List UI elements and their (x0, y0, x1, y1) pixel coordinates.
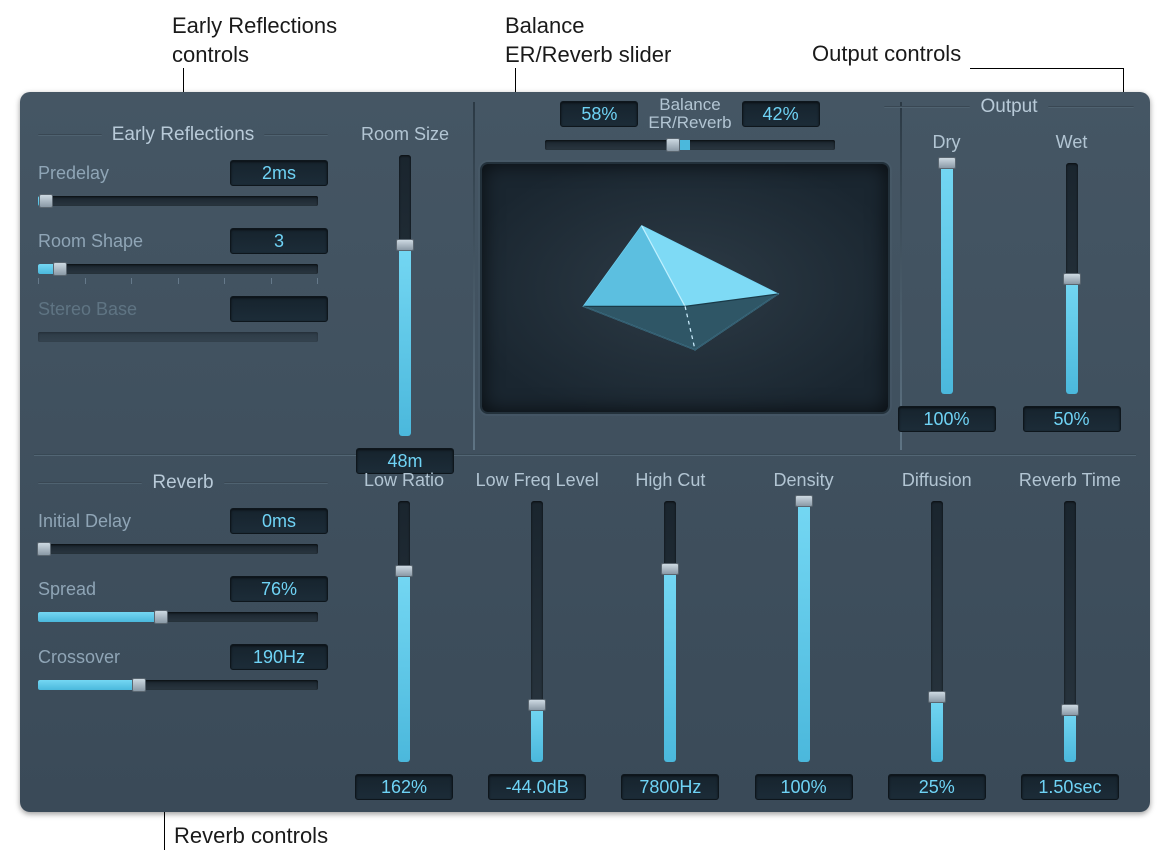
density-label: Density (774, 470, 834, 491)
initial-delay-label: Initial Delay (38, 511, 131, 532)
spread-slider[interactable] (38, 610, 318, 624)
crossover-slider[interactable] (38, 678, 318, 692)
balance-reverb-value[interactable]: 42% (742, 101, 820, 127)
high-cut-value[interactable]: 7800Hz (621, 774, 719, 800)
low-ratio-control: Low Ratio 162% (340, 470, 468, 800)
divider (473, 102, 475, 450)
initial-delay-slider[interactable] (38, 542, 318, 556)
room-shape-slider[interactable] (38, 262, 318, 276)
dry-value[interactable]: 100% (898, 406, 996, 432)
predelay-value[interactable]: 2ms (230, 160, 328, 186)
reverb-time-slider[interactable] (1061, 501, 1079, 762)
reverb-time-value[interactable]: 1.50sec (1021, 774, 1119, 800)
section-header-reverb: Reverb (38, 472, 328, 494)
balance-label: BalanceER/Reverb (648, 96, 731, 132)
balance-slider[interactable] (545, 138, 835, 152)
stereo-base-slider (38, 330, 318, 344)
balance-and-viz: 58% BalanceER/Reverb 42% (480, 96, 900, 414)
reverb-time-label: Reverb Time (1019, 470, 1121, 491)
reverb-section: Reverb Initial Delay 0ms Spread 76% Cros… (38, 472, 328, 712)
callout-line (970, 68, 1124, 69)
diffusion-label: Diffusion (902, 470, 972, 491)
dry-slider[interactable] (938, 163, 956, 394)
room-size-slider[interactable] (396, 155, 414, 436)
balance-er-value[interactable]: 58% (560, 101, 638, 127)
diffusion-slider[interactable] (928, 501, 946, 762)
diffusion-value[interactable]: 25% (888, 774, 986, 800)
room-shape-value[interactable]: 3 (230, 228, 328, 254)
reverb-plugin-panel: Early Reflections Predelay 2ms Room Shap… (20, 92, 1150, 812)
low-ratio-label: Low Ratio (364, 470, 444, 491)
high-cut-control: High Cut 7800Hz (606, 470, 734, 800)
reverb-time-control: Reverb Time 1.50sec (1006, 470, 1134, 800)
room-shape-label: Room Shape (38, 231, 143, 252)
density-control: Density 100% (740, 470, 868, 800)
output-wet-control: Wet 50% (1012, 132, 1132, 432)
divider (34, 454, 1136, 456)
section-header-output: Output (884, 96, 1134, 118)
predelay-label: Predelay (38, 163, 109, 184)
low-freq-level-label: Low Freq Level (476, 470, 599, 491)
spread-value[interactable]: 76% (230, 576, 328, 602)
high-cut-label: High Cut (635, 470, 705, 491)
crossover-label: Crossover (38, 647, 120, 668)
initial-delay-value[interactable]: 0ms (230, 508, 328, 534)
density-slider[interactable] (795, 501, 813, 762)
callout-early-reflections: Early Reflections controls (172, 12, 337, 69)
density-value[interactable]: 100% (755, 774, 853, 800)
room-size-control: Room Size 48m (340, 124, 470, 474)
low-freq-level-value[interactable]: -44.0dB (488, 774, 586, 800)
room-size-label: Room Size (361, 124, 449, 145)
low-freq-level-slider[interactable] (528, 501, 546, 762)
stereo-base-value (230, 296, 328, 322)
callout-line (164, 806, 165, 850)
output-section: Output Dry 100% Wet 50% (884, 96, 1134, 446)
section-header-early-reflections: Early Reflections (38, 124, 328, 146)
section-title: Early Reflections (112, 124, 255, 146)
room-shape-icon (543, 201, 827, 375)
predelay-slider[interactable] (38, 194, 318, 208)
stereo-base-label: Stereo Base (38, 299, 137, 320)
low-ratio-slider[interactable] (395, 501, 413, 762)
low-ratio-value[interactable]: 162% (355, 774, 453, 800)
dry-label: Dry (933, 132, 961, 153)
section-title: Output (980, 96, 1037, 118)
spread-label: Spread (38, 579, 96, 600)
diffusion-control: Diffusion 25% (873, 470, 1001, 800)
reverb-tail-sliders: Low Ratio 162% Low Freq Level -44.0dB Hi… (340, 470, 1134, 800)
room-shape-visualization (480, 162, 890, 414)
crossover-value[interactable]: 190Hz (230, 644, 328, 670)
callout-balance: Balance ER/Reverb slider (505, 12, 671, 69)
callout-output: Output controls (812, 40, 961, 69)
wet-slider[interactable] (1063, 163, 1081, 394)
wet-value[interactable]: 50% (1023, 406, 1121, 432)
early-reflections-section: Early Reflections Predelay 2ms Room Shap… (38, 124, 328, 364)
wet-label: Wet (1056, 132, 1088, 153)
section-title: Reverb (152, 472, 213, 494)
low-freq-level-control: Low Freq Level -44.0dB (473, 470, 601, 800)
high-cut-slider[interactable] (661, 501, 679, 762)
output-dry-control: Dry 100% (887, 132, 1007, 432)
callout-reverb: Reverb controls (174, 822, 328, 851)
